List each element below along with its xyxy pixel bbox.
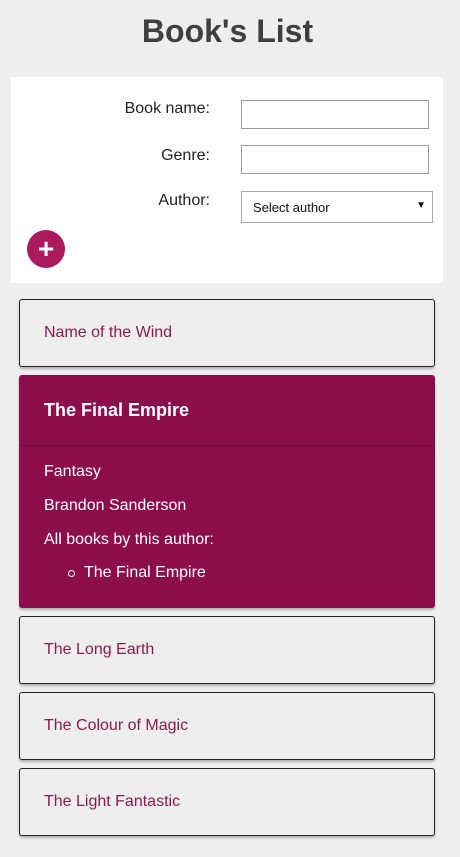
author-book-title: The Final Empire xyxy=(84,564,206,581)
caret-down-icon: ▼ xyxy=(416,200,426,211)
book-title: The Final Empire xyxy=(44,400,190,420)
page-title: Book's List xyxy=(141,13,314,49)
book-item[interactable]: The Long Earth xyxy=(19,616,435,684)
book-item-header[interactable]: The Final Empire xyxy=(20,376,434,446)
book-name: The Light Fantastic xyxy=(44,793,181,810)
author-books-label: All books by this author: xyxy=(44,531,214,548)
book-item[interactable]: Name of the Wind xyxy=(19,299,435,367)
book-name: The Long Earth xyxy=(44,641,155,658)
author-select[interactable]: Select author ▼ xyxy=(241,191,433,223)
book-item[interactable]: The Colour of Magic xyxy=(19,692,435,760)
author-label: Author: xyxy=(158,192,210,209)
book-genre: Fantasy xyxy=(44,463,101,480)
add-book-form: Book name: Genre: Author: Select author … xyxy=(11,77,443,283)
book-name-input[interactable] xyxy=(241,100,429,129)
book-item-expanded[interactable]: The Final Empire Fantasy Brandon Sanders… xyxy=(19,375,435,608)
genre-label: Genre: xyxy=(161,147,210,164)
genre-input[interactable] xyxy=(241,145,429,174)
author-select-value: Select author xyxy=(253,200,330,215)
book-author: Brandon Sanderson xyxy=(44,497,187,514)
circle-bullet-icon xyxy=(68,570,75,577)
plus-icon: + xyxy=(37,233,55,264)
book-name-label: Book name: xyxy=(124,100,210,117)
book-name: Name of the Wind xyxy=(44,324,173,341)
author-books-list: The Final Empire xyxy=(68,564,206,582)
book-name: The Colour of Magic xyxy=(44,717,189,734)
list-item: The Final Empire xyxy=(68,564,206,582)
add-book-button[interactable]: + xyxy=(27,230,65,268)
book-item[interactable]: The Light Fantastic xyxy=(19,768,435,836)
